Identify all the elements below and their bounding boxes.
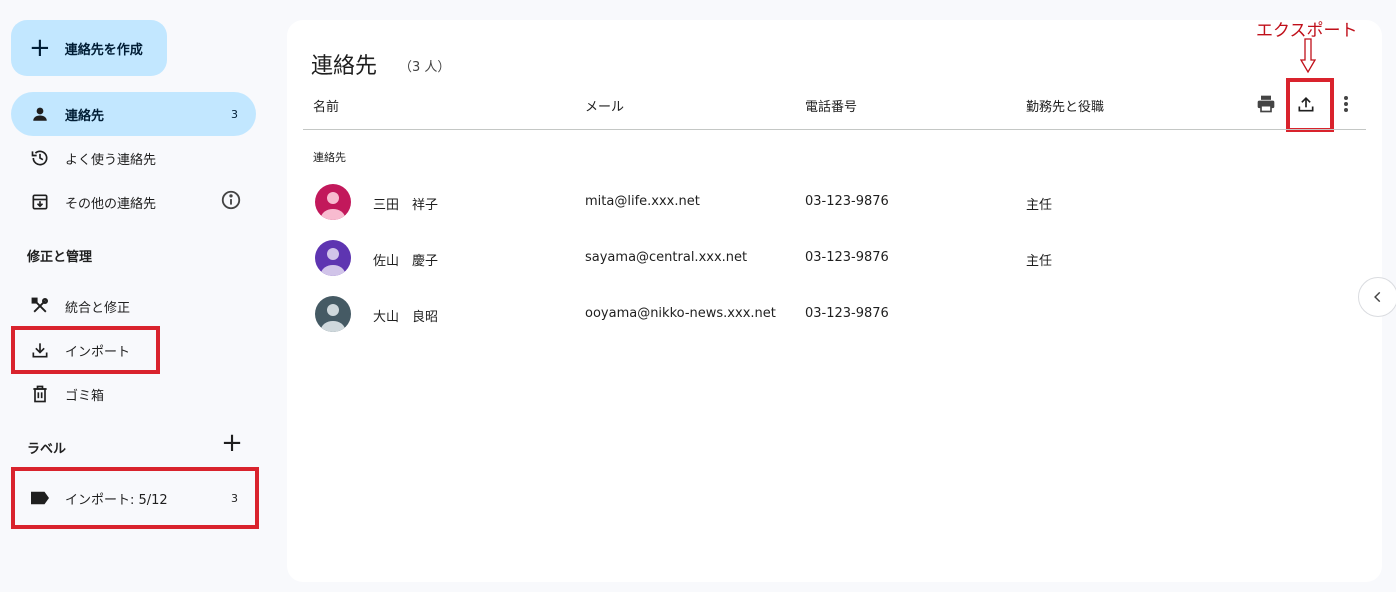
sidebar-item-import[interactable]: インポート	[11, 328, 256, 372]
chevron-left-icon	[1374, 291, 1381, 303]
trash-icon	[29, 383, 51, 405]
label-count: 3	[231, 491, 238, 505]
contact-phone[interactable]: 03-123-9876	[805, 250, 889, 265]
create-contact-label: 連絡先を作成	[64, 42, 143, 58]
annotation-arrow-icon	[1300, 38, 1316, 74]
create-contact-button[interactable]: + 連絡先を作成	[11, 20, 167, 76]
contact-count: （3 人）	[399, 60, 451, 75]
column-header-name[interactable]: 名前	[313, 96, 339, 115]
sidebar-item-label: 連絡先	[65, 108, 105, 124]
print-icon[interactable]	[1253, 91, 1279, 117]
sidebar-item-merge-fix[interactable]: 統合と修正	[11, 284, 256, 328]
group-label: 連絡先	[313, 151, 346, 164]
sidebar-item-contacts[interactable]: 連絡先 3	[11, 92, 256, 136]
contact-phone[interactable]: 03-123-9876	[805, 194, 889, 209]
contact-name[interactable]: 三田 祥子	[373, 194, 438, 213]
side-panel-toggle[interactable]	[1358, 277, 1396, 317]
plus-icon: +	[29, 33, 51, 63]
header-divider	[303, 129, 1366, 130]
contact-phone[interactable]: 03-123-9876	[805, 306, 889, 321]
page-title: 連絡先	[311, 54, 378, 79]
contact-email[interactable]: sayama@central.xxx.net	[585, 250, 747, 265]
tools-icon	[29, 295, 51, 317]
avatar[interactable]	[315, 296, 351, 332]
contacts-count: 3	[231, 107, 238, 121]
export-icon[interactable]	[1293, 91, 1319, 117]
labels-section-heading: ラベル	[27, 442, 67, 457]
sidebar-item-label: インポート	[65, 344, 131, 360]
avatar[interactable]	[315, 184, 351, 220]
contact-email[interactable]: mita@life.xxx.net	[585, 194, 700, 209]
archive-download-icon	[29, 191, 51, 213]
sidebar-item-label: よく使う連絡先	[65, 152, 157, 168]
sidebar-item-frequent[interactable]: よく使う連絡先	[11, 136, 256, 180]
person-icon	[29, 103, 51, 125]
contact-name[interactable]: 佐山 慶子	[373, 250, 438, 269]
avatar[interactable]	[315, 240, 351, 276]
contact-name[interactable]: 大山 良昭	[373, 306, 438, 325]
sidebar-item-trash[interactable]: ゴミ箱	[11, 372, 256, 416]
sidebar-item-other-contacts[interactable]: その他の連絡先	[11, 180, 256, 224]
sidebar-item-label: ゴミ箱	[65, 388, 105, 404]
sidebar-item-label: その他の連絡先	[65, 196, 157, 212]
label-icon	[29, 487, 51, 509]
sidebar-item-label: インポート: 5/12	[65, 492, 168, 508]
info-icon[interactable]	[220, 189, 242, 215]
manage-section-heading: 修正と管理	[27, 250, 93, 265]
column-header-phone[interactable]: 電話番号	[805, 96, 857, 115]
download-icon	[29, 339, 51, 361]
contact-job: 主任	[1026, 254, 1053, 269]
history-icon	[29, 147, 51, 169]
column-header-job[interactable]: 勤務先と役職	[1026, 96, 1104, 115]
sidebar-item-label: 統合と修正	[65, 300, 131, 316]
add-label-icon[interactable]: +	[220, 430, 244, 456]
more-options-icon[interactable]	[1333, 91, 1359, 117]
contact-job: 主任	[1026, 198, 1053, 213]
column-header-email[interactable]: メール	[585, 96, 624, 115]
sidebar-item-label-import[interactable]: インポート: 5/12 3	[11, 476, 256, 520]
contact-email[interactable]: ooyama@nikko-news.xxx.net	[585, 306, 776, 321]
